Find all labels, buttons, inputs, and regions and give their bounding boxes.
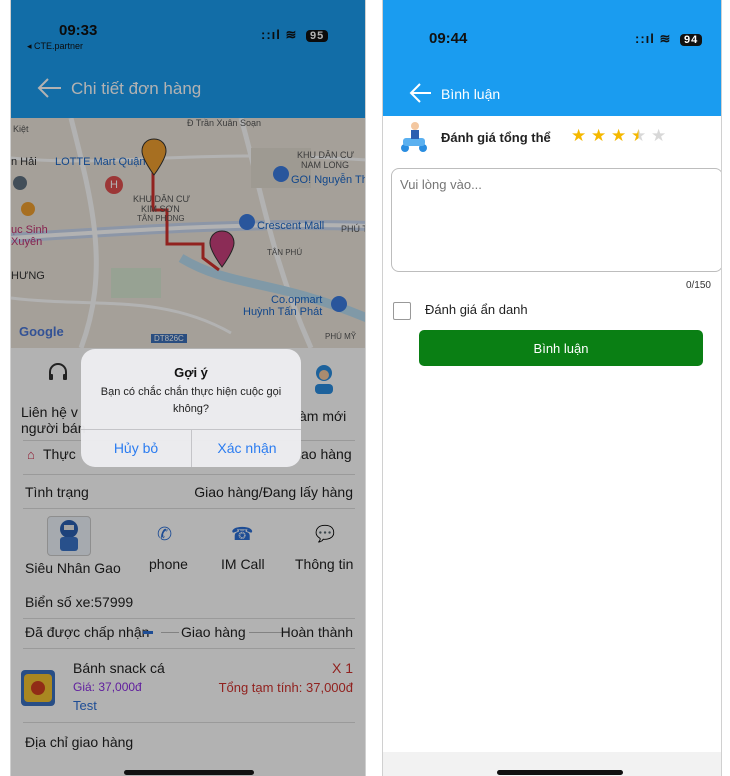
signal-icon: ::ıl	[635, 31, 655, 46]
dialog-title: Gợi ý	[174, 365, 208, 380]
overall-rating-label: Đánh giá tổng thể	[441, 130, 551, 145]
anonymous-checkbox[interactable]	[393, 302, 411, 320]
confirm-button[interactable]: Xác nhận	[192, 429, 301, 467]
status-bar: 09:44 ::ıl ≋ 94	[383, 0, 721, 72]
star-icon[interactable]: ★	[651, 126, 666, 146]
star-icon[interactable]: ★	[611, 126, 626, 146]
submit-comment-button[interactable]: Bình luận	[419, 330, 703, 366]
comment-input[interactable]	[391, 168, 721, 272]
order-detail-screen: 09:33 ◂ CTE.partner ::ıl ≋ 95 Chi tiết đ…	[10, 0, 366, 776]
review-screen: 09:44 ::ıl ≋ 94 Bình luận Đánh giá tổng …	[382, 0, 722, 776]
page-title: Bình luận	[441, 86, 501, 102]
star-icon[interactable]: ★	[631, 126, 646, 146]
call-confirm-dialog: Gợi ý Bạn có chắc chắn thực hiện cuộc gọ…	[81, 349, 301, 467]
app-header: Bình luận	[383, 72, 721, 116]
overall-rating-row: Đánh giá tổng thể ★ ★ ★ ★ ★	[397, 120, 707, 156]
back-arrow-icon[interactable]	[409, 82, 433, 109]
character-counter: 0/150	[685, 280, 711, 291]
cancel-button[interactable]: Hủy bỏ	[81, 429, 191, 467]
status-icons: ::ıl ≋ 94	[635, 31, 703, 47]
delivery-scooter-icon	[397, 120, 431, 159]
star-icon[interactable]: ★	[571, 126, 586, 146]
status-time: 09:44	[429, 30, 468, 47]
dialog-message: Bạn có chắc chắn thực hiện cuộc gọi khôn…	[100, 386, 282, 415]
home-indicator[interactable]	[124, 770, 254, 775]
home-indicator[interactable]	[497, 770, 623, 775]
star-icon[interactable]: ★	[591, 126, 606, 146]
battery-icon: 94	[680, 34, 703, 46]
wifi-icon: ≋	[659, 31, 672, 46]
anonymous-label: Đánh giá ẩn danh	[425, 302, 528, 317]
